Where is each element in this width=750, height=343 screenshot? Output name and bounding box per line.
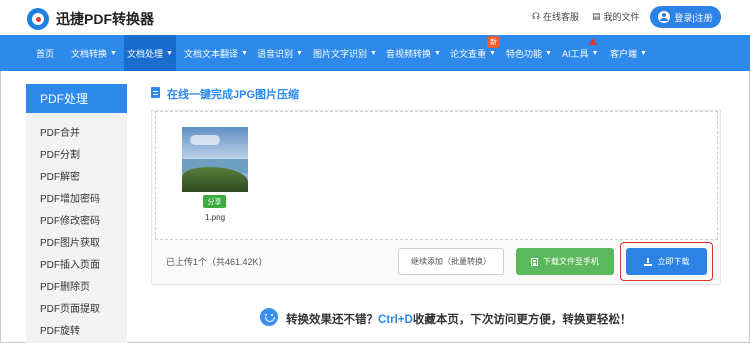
download-now-label: 立即下载 (657, 257, 690, 266)
user-icon (658, 11, 671, 23)
nav-item-label: 音视频转换 (386, 48, 432, 59)
download-to-phone-label: 下载文件至手机 (543, 257, 599, 266)
sidebar-item-pdf-add-password[interactable]: PDF增加密码 (40, 190, 100, 205)
bookmark-tip: 转换效果还不错？Ctrl+D收藏本页，下次访问更方便，转换更轻松！ (286, 311, 631, 327)
sidebar-item-pdf-decrypt[interactable]: PDF解密 (40, 168, 80, 183)
thumbnail-cloud (190, 135, 220, 145)
download-now-button[interactable]: 立即下载 (626, 248, 707, 275)
nav-item-home[interactable]: 首页 (36, 35, 54, 71)
top-header: 迅捷PDF转换器 ☊ 在线客服 ▤ 我的文件 登录|注册 (0, 0, 750, 35)
login-register-button[interactable]: 登录|注册 (650, 6, 721, 28)
sidebar-item-pdf-rotate[interactable]: PDF旋转 (40, 322, 80, 337)
file-thumbnail[interactable] (182, 127, 248, 192)
main-nav: 首页 文档转换 ▼ 文档处理 ▼ 文档文本翻译 ▼ 语音识别 ▼ 图片文字识别 ▼ 音视频… (0, 35, 750, 71)
tip-shortcut: Ctrl+D (378, 314, 413, 326)
share-button[interactable]: 分享 (203, 195, 226, 208)
new-badge: 新 (487, 36, 500, 48)
nav-item-label: 文档转换 (71, 48, 108, 59)
nav-item-client[interactable]: 客户端 ▼ (610, 35, 647, 71)
login-register-label: 登录|注册 (674, 12, 713, 23)
caret-down-icon: ▼ (545, 49, 552, 57)
brand-name[interactable]: 迅捷PDF转换器 (56, 9, 154, 29)
tip-text-before: 转换效果还不错？ (286, 314, 378, 326)
continue-add-button[interactable]: 继续添加（批量转换） (398, 248, 504, 275)
upload-status: 已上传1个（共461.42K） (166, 257, 268, 267)
my-files-link[interactable]: ▤ 我的文件 (592, 10, 640, 23)
sidebar-item-pdf-extract-page[interactable]: PDF页面提取 (40, 300, 100, 315)
nav-item-ocr[interactable]: 图片文字识别 ▼ (313, 35, 377, 71)
nav-item-features[interactable]: 特色功能 ▼ (506, 35, 552, 71)
file-name: 1.png (205, 213, 226, 222)
my-files-label: 我的文件 (603, 12, 640, 22)
caret-down-icon: ▼ (591, 49, 599, 57)
caret-down-icon: ▼ (640, 49, 647, 57)
caret-down-icon: ▼ (241, 49, 248, 57)
headset-icon: ☊ (532, 11, 540, 21)
nav-item-label: 论文查重 (450, 48, 487, 59)
nav-item-doc-process[interactable]: 文档处理 ▼ (124, 35, 176, 71)
nav-item-translate[interactable]: 文档文本翻译 ▼ (184, 35, 248, 71)
nav-item-label: 首页 (36, 48, 55, 59)
download-to-phone-button[interactable]: 下载文件至手机 (516, 248, 614, 275)
nav-item-av-convert[interactable]: 音视频转换 ▼ (386, 35, 441, 71)
sidebar-title: PDF处理 (26, 84, 127, 113)
caret-down-icon: ▼ (296, 49, 303, 57)
sidebar-item-pdf-extract-images[interactable]: PDF图片获取 (40, 234, 100, 249)
document-icon (151, 87, 160, 98)
sidebar-item-pdf-delete-page[interactable]: PDF删除页 (40, 278, 90, 293)
nav-item-label: 文档处理 (127, 48, 164, 59)
nav-item-label: AI工具 (562, 48, 589, 59)
caret-down-icon: ▼ (166, 49, 173, 57)
tip-text-after: 收藏本页，下次访问更方便，转换更轻松！ (412, 314, 632, 326)
sidebar-item-pdf-merge[interactable]: PDF合并 (40, 124, 80, 139)
sidebar-list: PDF合并 PDF分割 PDF解密 PDF增加密码 PDF修改密码 PDF图片获… (26, 113, 127, 343)
page-title: 在线一键完成JPG图片压缩 (167, 89, 300, 101)
nav-item-doc-convert[interactable]: 文档转换 ▼ (71, 35, 117, 71)
online-service-label: 在线客服 (543, 12, 580, 22)
caret-down-icon: ▼ (434, 49, 441, 57)
download-icon (643, 257, 652, 266)
hot-marker-icon (589, 38, 597, 45)
caret-down-icon: ▼ (489, 49, 496, 57)
nav-item-label: 文档文本翻译 (184, 48, 239, 59)
smile-icon (260, 308, 278, 326)
logo-icon[interactable] (27, 8, 49, 30)
caret-down-icon: ▼ (110, 49, 117, 57)
caret-down-icon: ▼ (370, 49, 377, 57)
nav-item-label: 语音识别 (257, 48, 294, 59)
nav-item-speech[interactable]: 语音识别 ▼ (257, 35, 303, 71)
sidebar-item-pdf-insert-page[interactable]: PDF插入页面 (40, 256, 100, 271)
sidebar-item-pdf-split[interactable]: PDF分割 (40, 146, 80, 161)
nav-item-label: 特色功能 (506, 48, 543, 59)
document-icon: ▤ (592, 11, 601, 21)
sidebar-item-pdf-change-password[interactable]: PDF修改密码 (40, 212, 100, 227)
nav-item-label: 图片文字识别 (313, 48, 368, 59)
nav-item-label: 客户端 (610, 48, 638, 59)
online-service-link[interactable]: ☊ 在线客服 (532, 10, 579, 23)
qr-code-icon (531, 257, 538, 266)
